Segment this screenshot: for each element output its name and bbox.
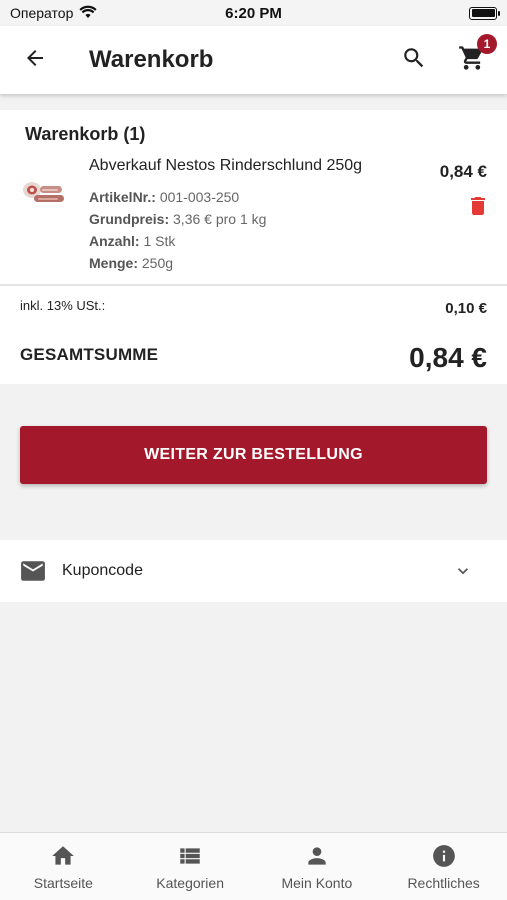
search-button[interactable] bbox=[385, 26, 443, 94]
arrow-left-icon bbox=[23, 46, 47, 75]
mail-icon bbox=[20, 560, 46, 582]
info-icon bbox=[431, 843, 457, 869]
person-icon bbox=[304, 843, 330, 869]
quantity-value: 1 Stk bbox=[143, 233, 176, 249]
total-label: GESAMTSUMME bbox=[20, 345, 159, 364]
nav-item-categories[interactable]: Kategorien bbox=[127, 833, 254, 900]
cart-count-badge: 1 bbox=[477, 34, 497, 54]
vat-label: inkl. 13% USt.: bbox=[20, 298, 106, 313]
list-icon bbox=[177, 843, 203, 869]
nav-label-legal: Rechtliches bbox=[407, 874, 480, 891]
base-price-label: Grundpreis: bbox=[89, 211, 170, 227]
search-icon bbox=[401, 45, 427, 76]
amount: Menge: 250g bbox=[89, 255, 173, 271]
nav-item-legal[interactable]: Rechtliches bbox=[380, 833, 507, 900]
nav-label-home: Startseite bbox=[33, 874, 93, 891]
nav-item-account[interactable]: Mein Konto bbox=[254, 833, 381, 900]
base-price-value: 3,36 € pro 1 kg bbox=[173, 211, 267, 227]
base-price: Grundpreis: 3,36 € pro 1 kg bbox=[89, 211, 266, 227]
bottom-navigation: Startseite Kategorien Mein Konto Rechtli… bbox=[0, 832, 507, 900]
cart-button[interactable]: 1 bbox=[443, 26, 501, 94]
vat-value: 0,10 € bbox=[445, 300, 487, 317]
carrier-label: Оператор bbox=[10, 5, 74, 21]
status-left: Оператор bbox=[10, 5, 97, 22]
back-button[interactable] bbox=[0, 26, 70, 94]
product-price: 0,84 € bbox=[439, 162, 487, 181]
product-image[interactable] bbox=[20, 178, 68, 210]
delete-item-button[interactable] bbox=[465, 194, 491, 222]
battery-icon bbox=[469, 6, 500, 20]
total-value: 0,84 € bbox=[409, 342, 487, 373]
totals-section: inkl. 13% USt.: 0,10 € GESAMTSUMME 0,84 … bbox=[0, 286, 507, 384]
nav-label-account: Mein Konto bbox=[281, 874, 353, 891]
coupon-code-label: Kuponcode bbox=[62, 562, 143, 579]
wifi-icon bbox=[79, 5, 97, 22]
nav-label-categories: Kategorien bbox=[156, 874, 224, 891]
quantity-label: Anzahl: bbox=[89, 233, 140, 249]
app-bar: Warenkorb 1 bbox=[0, 26, 507, 94]
amount-label: Menge: bbox=[89, 255, 138, 271]
home-icon bbox=[50, 843, 76, 869]
quantity: Anzahl: 1 Stk bbox=[89, 233, 175, 249]
page-title: Warenkorb bbox=[89, 46, 214, 73]
cart-card: Warenkorb (1) Abverkauf Nestos Rindersch… bbox=[0, 110, 507, 284]
article-number-label: ArtikelNr.: bbox=[89, 189, 156, 205]
article-number: ArtikelNr.: 001-003-250 bbox=[89, 189, 239, 205]
article-number-value: 001-003-250 bbox=[159, 189, 240, 205]
trash-icon bbox=[466, 193, 490, 224]
continue-to-order-button[interactable]: WEITER ZUR BESTELLUNG bbox=[20, 426, 487, 484]
cart-heading: Warenkorb (1) bbox=[25, 124, 146, 144]
nav-item-home[interactable]: Startseite bbox=[0, 833, 127, 900]
status-bar: Оператор 6:20 PM bbox=[0, 0, 507, 26]
chevron-down-icon[interactable] bbox=[453, 561, 473, 581]
product-name[interactable]: Abverkauf Nestos Rinderschlund 250g bbox=[89, 157, 362, 175]
coupon-code-row[interactable]: Kuponcode bbox=[0, 540, 507, 602]
amount-value: 250g bbox=[141, 255, 174, 271]
